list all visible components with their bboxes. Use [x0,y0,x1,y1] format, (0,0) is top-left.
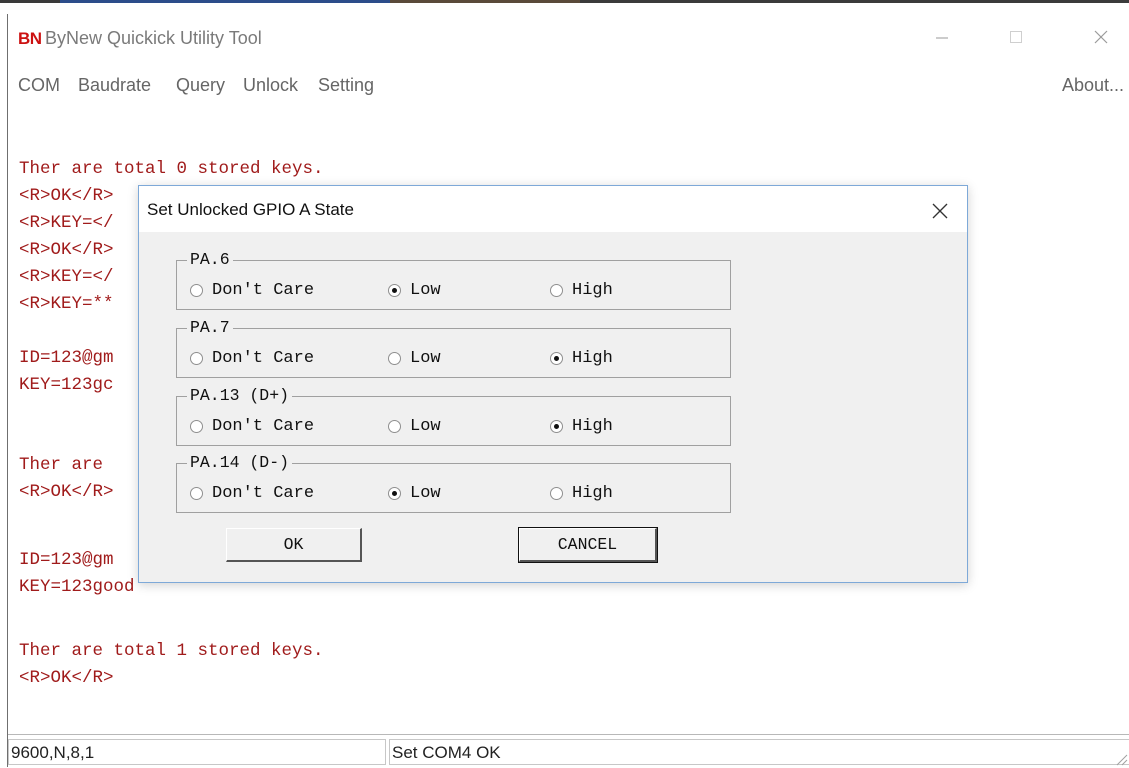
radio-label: Low [410,417,441,436]
radio-pa6-low[interactable]: Low [388,281,441,300]
group-label: PA.7 [187,319,233,337]
console-line: <R>OK</R> [19,668,114,688]
group-pa13: PA.13 (D+) Don't Care Low High [176,387,731,446]
radio-circle [550,487,563,500]
menu-setting[interactable]: Setting [318,75,374,96]
close-icon [932,203,948,219]
radio-pa6-dont-care[interactable]: Don't Care [190,281,314,300]
radio-label: Low [410,281,441,300]
radio-circle [388,487,401,500]
group-label: PA.6 [187,251,233,269]
menu-baudrate[interactable]: Baudrate [78,75,151,96]
menu-unlock[interactable]: Unlock [243,75,298,96]
radio-pa13-high[interactable]: High [550,417,613,436]
radio-label: Don't Care [212,484,315,503]
top-desktop-strip [0,0,1129,14]
radio-circle [550,420,563,433]
console-line: KEY=123gc [19,375,114,395]
radio-label: High [572,484,613,503]
maximize-icon [1010,31,1022,43]
console-line: Ther are total 1 stored keys. [19,641,324,661]
resize-grip-icon[interactable] [1114,752,1128,766]
radio-pa7-dont-care[interactable]: Don't Care [190,349,314,368]
maximize-button[interactable] [997,22,1035,52]
radio-label: Don't Care [212,349,315,368]
status-baud: 9600,N,8,1 [8,739,386,765]
radio-circle [550,352,563,365]
group-label: PA.14 (D-) [187,454,293,472]
radio-pa14-dont-care[interactable]: Don't Care [190,484,314,503]
radio-pa14-high[interactable]: High [550,484,613,503]
radio-pa13-low[interactable]: Low [388,417,441,436]
console-line: <R>OK</R> [19,186,114,206]
radio-label: Don't Care [212,281,315,300]
radio-circle [190,284,203,297]
radio-circle [190,487,203,500]
app-logo: BN [18,29,42,48]
close-icon [1094,30,1108,44]
dialog-title-bar[interactable]: Set Unlocked GPIO A State [139,186,967,232]
radio-circle [388,352,401,365]
radio-label: High [572,281,613,300]
menu-about[interactable]: About... [1062,75,1124,96]
radio-label: Don't Care [212,417,315,436]
group-pa6: PA.6 Don't Care Low High [176,251,731,310]
menu-com[interactable]: COM [18,75,60,96]
radio-circle [550,284,563,297]
radio-pa6-high[interactable]: High [550,281,613,300]
status-message: Set COM4 OK [389,739,1129,765]
console-line: Ther are [19,455,104,475]
radio-label: Low [410,349,441,368]
console-line: <R>KEY=</ [19,213,114,233]
radio-circle [388,284,401,297]
ok-button[interactable]: OK [226,528,362,562]
dialog-title: Set Unlocked GPIO A State [147,200,354,219]
cancel-button[interactable]: CANCEL [518,527,658,563]
gpio-state-dialog: Set Unlocked GPIO A State PA.6 Don't Car… [138,185,968,583]
console-line: <R>KEY=</ [19,267,114,287]
radio-pa13-dont-care[interactable]: Don't Care [190,417,314,436]
menu-query[interactable]: Query [176,75,225,96]
group-pa14: PA.14 (D-) Don't Care Low High [176,454,731,513]
radio-pa7-high[interactable]: High [550,349,613,368]
group-label: PA.13 (D+) [187,387,293,405]
console-line: <R>OK</R> [19,482,114,502]
console-line: <R>OK</R> [19,240,114,260]
radio-circle [190,352,203,365]
console-line: <R>KEY=** [19,294,114,314]
radio-label: High [572,349,613,368]
console-line: ID=123@gm [19,348,114,368]
radio-pa14-low[interactable]: Low [388,484,441,503]
status-bar: 9600,N,8,1 Set COM4 OK [8,734,1129,768]
minimize-icon [936,37,948,39]
radio-label: Low [410,484,441,503]
minimize-button[interactable] [923,22,961,52]
console-line: KEY=123good [19,577,135,597]
window-title: ByNew Quickick Utility Tool [45,28,262,48]
title-bar[interactable]: BN ByNew Quickick Utility Tool [8,14,1129,58]
radio-label: High [572,417,613,436]
group-pa7: PA.7 Don't Care Low High [176,319,731,378]
dialog-close-button[interactable] [923,196,957,226]
console-line: Ther are total 0 stored keys. [19,159,324,179]
console-line: ID=123@gm [19,550,114,570]
radio-circle [388,420,401,433]
radio-circle [190,420,203,433]
radio-pa7-low[interactable]: Low [388,349,441,368]
menu-bar: COM Baudrate Query Unlock Setting About.… [8,72,1129,100]
close-button[interactable] [1082,22,1120,52]
